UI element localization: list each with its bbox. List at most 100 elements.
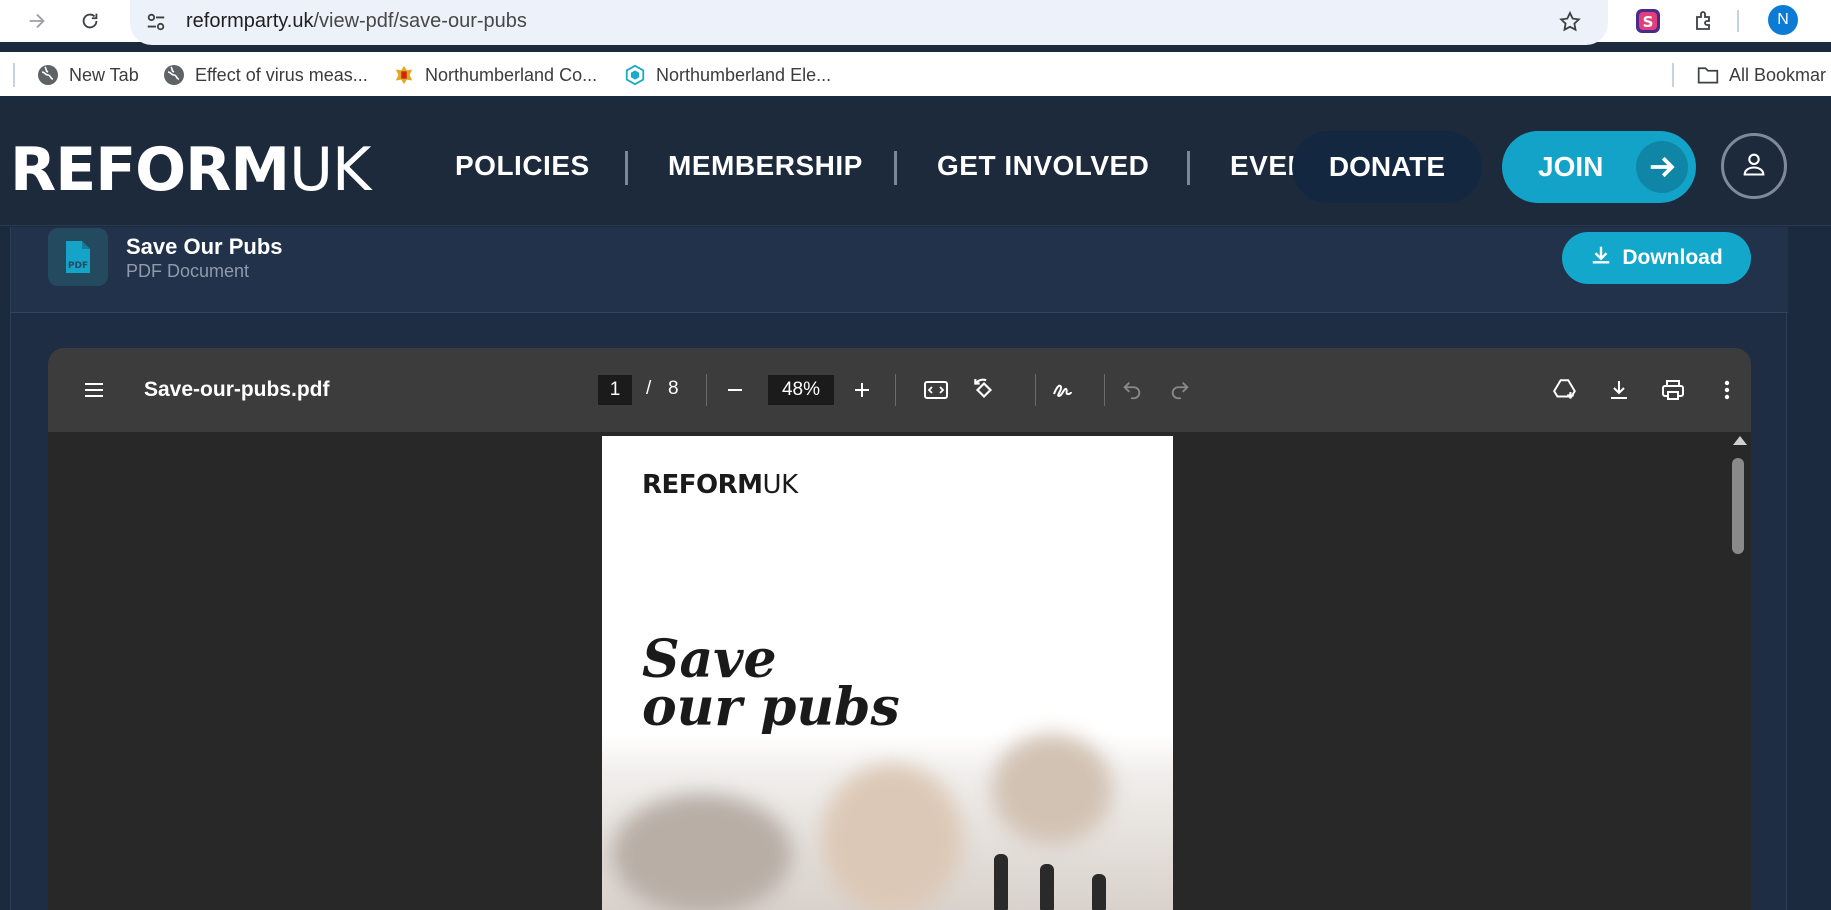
url-host: reformparty.uk [186, 10, 314, 32]
url-text: reformparty.uk/view-pdf/save-our-pubs [186, 10, 527, 33]
logo-bold-text: REFORM [10, 135, 290, 205]
nav-policies[interactable]: POLICIES [455, 150, 590, 182]
document-subtitle: PDF Document [126, 261, 250, 281]
pdf-download-icon[interactable] [1603, 374, 1635, 406]
bookmark-northumberland-county[interactable]: Northumberland Co... [393, 60, 597, 90]
bookmark-northumberland-elections[interactable]: Northumberland Ele... [624, 60, 831, 90]
menu-icon[interactable] [78, 374, 110, 406]
globe-icon [163, 64, 185, 86]
save-to-drive-icon[interactable] [1549, 374, 1581, 406]
nav-get-involved[interactable]: GET INVOLVED [937, 150, 1149, 182]
bookmark-label: New Tab [69, 64, 139, 85]
nav-events[interactable]: EVEI [1230, 150, 1296, 182]
download-icon [1590, 244, 1612, 272]
bookmark-label: Northumberland Ele... [656, 64, 832, 85]
browser-toolbar: reformparty.uk/view-pdf/save-our-pubs S … [0, 0, 1831, 45]
pub-photo-image [602, 734, 1173, 910]
site-header: REFORMUK POLICIES MEMBERSHIP GET INVOLVE… [0, 107, 1831, 226]
forward-icon[interactable] [22, 6, 52, 36]
pdf-logo-bold: REFORM [642, 470, 763, 500]
arrow-right-icon [1636, 141, 1688, 193]
beer-tap-shape [1092, 874, 1106, 910]
page-content: PDF Save Our Pubs PDF Document Download … [0, 227, 1831, 910]
download-button[interactable]: Download [1562, 232, 1751, 284]
address-bar[interactable]: reformparty.uk/view-pdf/save-our-pubs [130, 0, 1608, 45]
pdf-icon-text: PDF [68, 261, 88, 271]
toolbar-divider [706, 374, 707, 406]
page-separator: / [646, 378, 652, 399]
more-options-icon[interactable] [1711, 374, 1743, 406]
donate-label: DONATE [1328, 151, 1446, 182]
folder-icon [1697, 64, 1719, 86]
redo-icon[interactable] [1164, 374, 1196, 406]
photo-shape [612, 794, 792, 910]
toolbar-divider [1035, 374, 1036, 406]
pdf-logo-light: UK [762, 470, 799, 500]
toolbar-divider [895, 374, 896, 406]
pdf-page-logo: REFORMUK [642, 470, 798, 500]
scrollbar-thumb[interactable] [1732, 458, 1744, 554]
extension-app-icon[interactable]: S [1633, 6, 1663, 36]
all-bookmarks-folder[interactable]: All Bookmar [1697, 60, 1826, 90]
all-bookmarks-label: All Bookmar [1729, 64, 1827, 85]
donate-button[interactable]: DONATE [1292, 131, 1482, 203]
northumberland-crest-icon [393, 64, 415, 86]
url-path: /view-pdf/save-our-pubs [313, 10, 527, 32]
nav-membership[interactable]: MEMBERSHIP [668, 150, 863, 182]
download-label: Download [1622, 246, 1723, 269]
document-card: PDF Save Our Pubs PDF Document Download … [10, 227, 1788, 910]
pdf-file-icon: PDF [48, 228, 108, 286]
undo-icon[interactable] [1116, 374, 1148, 406]
bookmarks-bar: New Tab Effect of virus meas... Northumb… [0, 52, 1831, 96]
zoom-level-input[interactable]: 48% [768, 375, 834, 405]
bookmark-virus-measures[interactable]: Effect of virus meas... [163, 60, 368, 90]
join-button[interactable]: JOIN [1502, 131, 1696, 203]
site-info-icon[interactable] [142, 8, 170, 36]
toolbar-divider [1737, 10, 1739, 32]
bookmark-star-icon[interactable] [1556, 8, 1584, 36]
nav-divider [894, 151, 897, 185]
svg-text:S: S [1643, 13, 1654, 31]
extensions-puzzle-icon[interactable] [1689, 6, 1719, 36]
zoom-out-icon[interactable] [719, 374, 751, 406]
bookmark-new-tab[interactable]: New Tab [37, 60, 139, 90]
bookmark-label: Northumberland Co... [425, 64, 598, 85]
pdf-page-title: Save our pubs [642, 634, 900, 738]
join-label: JOIN [1538, 151, 1604, 182]
logo-light-text: UK [289, 135, 371, 205]
pdf-toolbar: Save-our-pubs.pdf 1 / 8 48% [48, 348, 1751, 432]
nav-divider [1187, 151, 1190, 185]
hand-shape [822, 764, 962, 910]
reform-uk-logo[interactable]: REFORMUK [10, 135, 371, 205]
page-total: 8 [668, 378, 679, 399]
photo-shape [992, 734, 1112, 844]
document-header: PDF Save Our Pubs PDF Document Download [11, 227, 1788, 313]
rotate-icon[interactable] [968, 374, 1000, 406]
zoom-in-icon[interactable] [846, 374, 878, 406]
scroll-up-arrow-icon[interactable] [1733, 436, 1747, 445]
fit-to-page-icon[interactable] [920, 374, 952, 406]
pdf-page-area[interactable]: REFORMUK Save our pubs [48, 432, 1751, 910]
bookmarks-divider [13, 63, 15, 87]
globe-icon [37, 64, 59, 86]
profile-avatar[interactable]: N [1768, 5, 1798, 35]
print-icon[interactable] [1657, 374, 1689, 406]
annotate-icon[interactable] [1047, 374, 1079, 406]
bookmark-label: Effect of virus meas... [195, 64, 368, 85]
pdf-viewer: Save-our-pubs.pdf 1 / 8 48% REFORMUK Sav… [48, 348, 1751, 910]
nav-divider [625, 151, 628, 185]
user-icon [1740, 150, 1768, 183]
pdf-filename: Save-our-pubs.pdf [144, 378, 330, 401]
page-number-input[interactable]: 1 [598, 375, 632, 405]
pdf-title-line-2: our pubs [642, 677, 900, 738]
hexagon-logo-icon [624, 64, 646, 86]
reload-icon[interactable] [75, 6, 105, 36]
document-title: Save Our Pubs [126, 234, 283, 259]
beer-tap-shape [994, 854, 1008, 910]
beer-tap-shape [1040, 864, 1054, 910]
toolbar-divider [1104, 374, 1105, 406]
bookmarks-divider [1672, 63, 1674, 87]
account-button[interactable] [1721, 133, 1787, 199]
pdf-page: REFORMUK Save our pubs [602, 436, 1173, 910]
profile-initial: N [1777, 11, 1789, 28]
